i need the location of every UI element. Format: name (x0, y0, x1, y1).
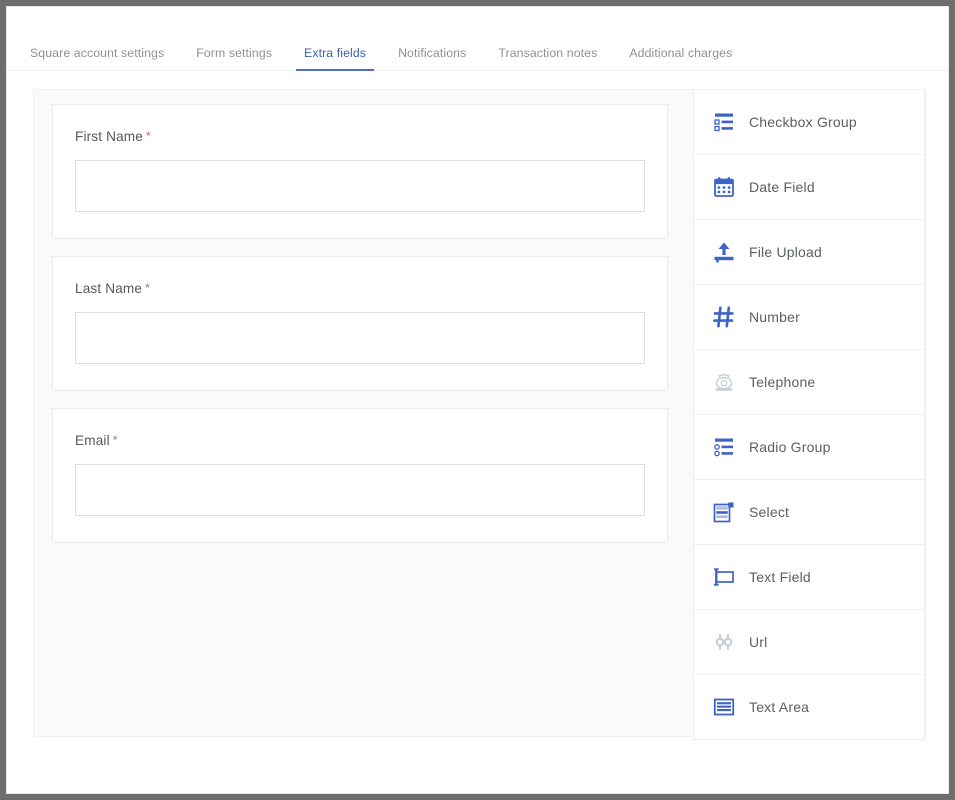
palette-item-label: Text Area (749, 699, 810, 715)
palette-item-label: Select (749, 504, 790, 520)
settings-tab-bar: Square account settings Form settings Extr… (7, 7, 948, 71)
palette-item-label: Text Field (749, 569, 811, 585)
radio-group-icon (711, 434, 737, 460)
palette-item-text-field[interactable]: Text Field (694, 544, 924, 609)
field-label-text: Email (75, 433, 110, 448)
field-input[interactable] (75, 464, 645, 516)
required-asterisk: * (145, 281, 150, 295)
palette-item-label: Telephone (749, 374, 816, 390)
hash-icon (711, 304, 737, 330)
palette-item-file-upload[interactable]: File Upload (694, 219, 924, 284)
palette-item-select[interactable]: Select (694, 479, 924, 544)
palette-item-url[interactable]: Url (694, 609, 924, 674)
tab-square-account-settings[interactable]: Square account settings (14, 7, 180, 71)
palette-item-label: Radio Group (749, 439, 831, 455)
field-label: First Name * (75, 129, 645, 144)
checkbox-group-icon (711, 109, 737, 135)
tab-extra-fields[interactable]: Extra fields (288, 7, 382, 71)
palette-item-label: Number (749, 309, 800, 325)
palette-item-radio-group[interactable]: Radio Group (694, 414, 924, 479)
form-fields-column: First Name * Last Name * Email * (34, 90, 689, 736)
required-asterisk: * (145, 129, 151, 143)
text-field-icon (711, 564, 737, 590)
palette-item-checkbox-group[interactable]: Checkbox Group (694, 89, 924, 154)
palette-item-label: Date Field (749, 179, 815, 195)
field-card[interactable]: Last Name * (52, 256, 668, 391)
field-label-text: First Name (75, 129, 143, 144)
field-label: Last Name * (75, 281, 645, 296)
palette-item-telephone[interactable]: Telephone (694, 349, 924, 414)
palette-item-text-area[interactable]: Text Area (694, 674, 924, 739)
field-input[interactable] (75, 160, 645, 212)
field-card[interactable]: First Name * (52, 104, 668, 239)
palette-item-label: File Upload (749, 244, 823, 260)
content-area: First Name * Last Name * Email * Checkbox Gro… (7, 71, 948, 793)
tab-form-settings[interactable]: Form settings (180, 7, 288, 71)
telephone-icon (711, 369, 737, 395)
palette-item-label: Url (749, 634, 768, 650)
field-card[interactable]: Email * (52, 408, 668, 543)
tab-additional-charges[interactable]: Additional charges (613, 7, 748, 71)
field-label-text: Last Name (75, 281, 143, 296)
link-icon (711, 629, 737, 655)
form-builder-canvas: First Name * Last Name * Email * Checkbox Gro… (33, 89, 926, 740)
tab-transaction-notes[interactable]: Transaction notes (482, 7, 613, 71)
palette-item-label: Checkbox Group (749, 114, 857, 130)
palette-item-date-field[interactable]: Date Field (694, 154, 924, 219)
calendar-icon (711, 174, 737, 200)
field-input[interactable] (75, 312, 645, 364)
required-asterisk: * (112, 433, 118, 447)
field-label: Email * (75, 433, 645, 448)
select-icon (711, 499, 737, 525)
upload-icon (711, 239, 737, 265)
field-type-palette: Checkbox Group Date Field File Upload Nu… (693, 89, 925, 740)
text-area-icon (711, 694, 737, 720)
palette-item-number[interactable]: Number (694, 284, 924, 349)
tab-notifications[interactable]: Notifications (382, 7, 482, 71)
app-window: Square account settings Form settings Extr… (6, 6, 949, 794)
